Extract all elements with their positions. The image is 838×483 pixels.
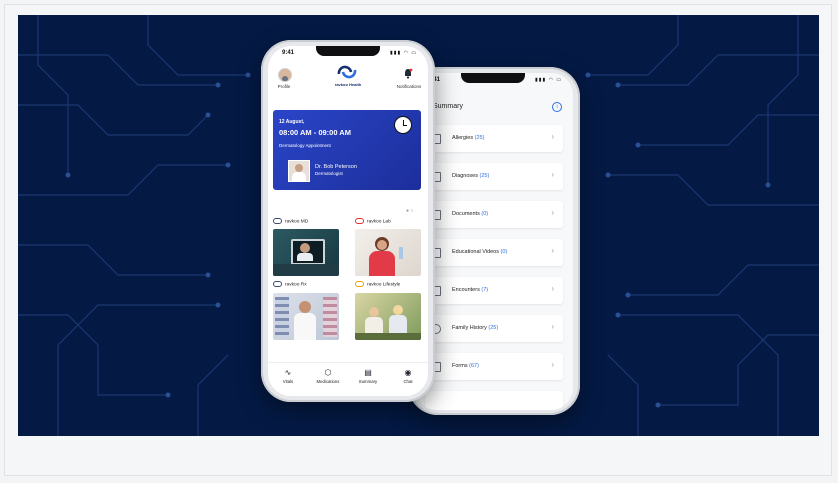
- carousel-dots: ● ○: [406, 208, 414, 214]
- appointment-card[interactable]: 12 August, 08:00 AM - 09:00 AM Dermatolo…: [273, 110, 421, 190]
- nav-label: Chat: [403, 379, 413, 384]
- nav-medications[interactable]: ⬡ Medications: [308, 368, 348, 384]
- nav-label: Vitals: [282, 379, 294, 384]
- row-count: (0): [481, 211, 489, 217]
- row-label: Encounters (7): [452, 287, 488, 293]
- service-label-md[interactable]: ravkoo MD: [273, 218, 308, 224]
- profile-label: Profile: [277, 84, 291, 89]
- status-icons: ▮▮▮ ◠ ▭: [535, 77, 563, 83]
- service-label-lifestyle[interactable]: ravkoo Lifestyle: [355, 281, 400, 287]
- chevron-right-icon: ›: [551, 170, 554, 179]
- document-list-icon: ▤: [364, 368, 372, 377]
- summary-screen: 9:41 ▮▮▮ ◠ ▭ Summary i Allergies (25) › …: [415, 73, 573, 410]
- doctor-role: Dermatologist: [315, 171, 343, 176]
- profile-avatar[interactable]: [278, 68, 292, 82]
- service-label-text: ravkoo Rx: [285, 282, 307, 288]
- service-logo-icon: [355, 218, 364, 224]
- home-screen: 9:41 ▮▮▮ ◠ ▭ Profile ravkoo Health Notif…: [268, 46, 428, 396]
- appointment-time: 08:00 AM - 09:00 AM: [279, 128, 351, 137]
- row-label-text: Family History: [452, 325, 487, 331]
- nav-vitals[interactable]: ∿ Vitals: [268, 368, 308, 384]
- row-label: Family History (25): [452, 325, 498, 331]
- pills-icon: ⬡: [324, 368, 332, 377]
- bottom-nav: ∿ Vitals ⬡ Medications ▤ Summary ◉ Chat: [268, 362, 428, 396]
- doctor-photo: [288, 160, 310, 182]
- row-label-text: Diagnoses: [452, 173, 478, 179]
- row-label-text: Forms: [452, 363, 468, 369]
- chat-icon: ◉: [404, 368, 412, 377]
- row-count: (0): [500, 249, 508, 255]
- chevron-right-icon: ›: [551, 284, 554, 293]
- row-label: Forms (67): [452, 363, 479, 369]
- service-logo-icon: [273, 281, 282, 287]
- nav-label: Summary: [358, 379, 378, 384]
- summary-row-diagnoses[interactable]: Diagnoses (25) ›: [425, 163, 563, 190]
- summary-row-encounters[interactable]: Encounters (7) ›: [425, 277, 563, 304]
- row-count: (25): [479, 173, 490, 179]
- row-label-text: Educational Videos: [452, 249, 499, 255]
- brand-logo-icon: [337, 65, 357, 79]
- status-time: 9:41: [282, 50, 295, 56]
- row-count: (25): [488, 325, 499, 331]
- nav-label: Medications: [316, 379, 340, 384]
- phone-notch: [316, 46, 380, 56]
- service-logo-icon: [273, 218, 282, 224]
- doctor-name: Dr. Bob Peterson: [315, 164, 357, 170]
- appointment-type: Dermatology Appointment: [279, 143, 331, 148]
- summary-row-documents[interactable]: Documents (0) ›: [425, 201, 563, 228]
- row-label-text: Allergies: [452, 135, 474, 141]
- summary-row-allergies[interactable]: Allergies (25) ›: [425, 125, 563, 152]
- service-label-text: ravkoo Lab: [367, 219, 391, 225]
- summary-row-partial[interactable]: [425, 391, 563, 410]
- row-label-text: Encounters: [452, 287, 480, 293]
- summary-row-educational-videos[interactable]: Educational Videos (0) ›: [425, 239, 563, 266]
- chevron-right-icon: ›: [551, 322, 554, 331]
- row-count: (25): [474, 135, 485, 141]
- home-phone-mockup: 9:41 ▮▮▮ ◠ ▭ Profile ravkoo Health Notif…: [261, 40, 435, 402]
- chevron-right-icon: ›: [551, 208, 554, 217]
- phone-notch: [461, 73, 525, 83]
- row-label: Educational Videos (0): [452, 249, 507, 255]
- chevron-right-icon: ›: [551, 132, 554, 141]
- clock-icon: [394, 116, 412, 134]
- row-label: Diagnoses (25): [452, 173, 489, 179]
- appointment-date: 12 August,: [279, 119, 305, 125]
- row-label: Documents (0): [452, 211, 488, 217]
- summary-row-forms[interactable]: Forms (67) ›: [425, 353, 563, 380]
- status-icons: ▮▮▮ ◠ ▭: [390, 50, 418, 56]
- page-title: Summary: [433, 103, 463, 110]
- row-label: Allergies (25): [452, 135, 484, 141]
- chevron-right-icon: ›: [551, 246, 554, 255]
- service-tile-lab[interactable]: [355, 229, 421, 276]
- service-tile-lifestyle[interactable]: [355, 293, 421, 340]
- service-label-lab[interactable]: ravkoo Lab: [355, 218, 391, 224]
- row-count: (7): [481, 287, 489, 293]
- service-logo-icon: [355, 281, 364, 287]
- row-label-text: Documents: [452, 211, 480, 217]
- hero-banner: 9:41 ▮▮▮ ◠ ▭ Profile ravkoo Health Notif…: [18, 15, 819, 436]
- summary-row-family-history[interactable]: Family History (25) ›: [425, 315, 563, 342]
- nav-chat[interactable]: ◉ Chat: [388, 368, 428, 384]
- chevron-right-icon: ›: [551, 360, 554, 369]
- service-tile-md[interactable]: [273, 229, 339, 276]
- service-label-rx[interactable]: ravkoo Rx: [273, 281, 307, 287]
- service-label-text: ravkoo MD: [285, 219, 309, 225]
- notifications-label: Notifications: [396, 84, 422, 89]
- nav-summary[interactable]: ▤ Summary: [348, 368, 388, 384]
- info-icon[interactable]: i: [552, 102, 562, 112]
- row-count: (67): [469, 363, 479, 369]
- bell-icon[interactable]: [403, 68, 413, 79]
- heartbeat-icon: ∿: [284, 368, 292, 377]
- service-label-text: ravkoo Lifestyle: [367, 282, 401, 288]
- service-tile-rx[interactable]: [273, 293, 339, 340]
- brand-name: ravkoo Health: [334, 82, 362, 87]
